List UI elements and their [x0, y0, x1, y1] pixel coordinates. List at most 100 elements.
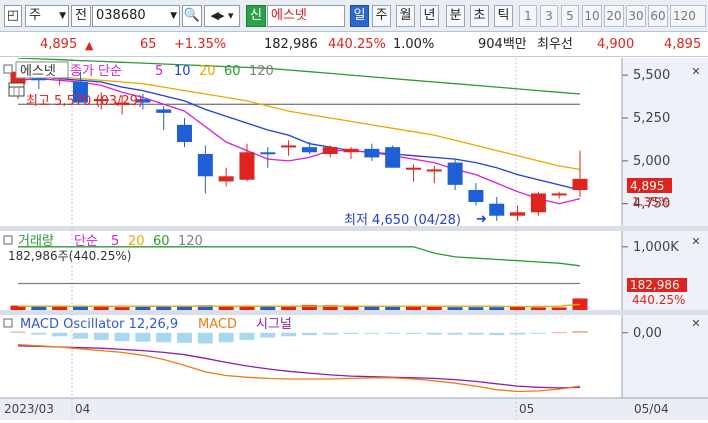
top-toolbar: ◰ 주 ▼ 전 038680 ▼ 🔍 ◀▸ ▾ 신 에스넷 일 주 월 년 분 … — [0, 0, 708, 32]
macd-oscillator-bar — [114, 332, 130, 342]
ma-legend-10[interactable]: 10 — [174, 64, 191, 79]
minute-option-5[interactable]: 5 — [561, 5, 579, 27]
candle-body — [530, 193, 546, 213]
current-volume-pct-axis-label: 440.25% — [632, 293, 685, 307]
close-icon[interactable]: ✕ — [690, 317, 702, 330]
chart-area[interactable]: 5,500 5,250 5,000 4,750 1,000K 0,00 ✕ ✕ ✕ 에… — [0, 57, 708, 420]
current-volume-axis-label: 182,986 — [630, 278, 680, 292]
panel-collapse-icon[interactable] — [3, 235, 13, 245]
candle-body — [426, 169, 442, 172]
minute-option-30[interactable]: 30 — [626, 5, 646, 27]
stock-code-value: 038680 — [96, 8, 146, 23]
volume-bar — [510, 306, 526, 310]
panel-collapse-icon[interactable] — [3, 318, 13, 328]
stock-chart[interactable]: 5,5005,2505,0004,750 1,000K 0,00 ✕ ✕ ✕ 에… — [0, 57, 708, 420]
volume-bar — [551, 307, 567, 310]
low-price-note: 최저 4,650 (04/28) — [344, 213, 461, 228]
price-change-pct: +1.35% — [174, 37, 227, 52]
period-button-minute[interactable]: 분 — [446, 5, 465, 27]
macd-osc-title[interactable]: MACD Oscillator 12,26,9 — [20, 317, 178, 332]
macd-oscillator-bar — [405, 332, 421, 334]
x-axis-label-end: 05/04 — [634, 402, 669, 416]
macd-oscillator-bar — [135, 332, 151, 342]
minute-option-60[interactable]: 60 — [648, 5, 668, 27]
quote-bar: 4,895 ▲ 65 +1.35% 182,986 440.25% 1.00% … — [0, 33, 708, 57]
svg-text:✕: ✕ — [691, 235, 700, 248]
ma-legend-60[interactable]: 60 — [224, 64, 241, 79]
volume-value: 182,986 — [264, 37, 318, 52]
macd-oscillator-bar — [489, 332, 505, 336]
volume-ratio: 440.25% — [328, 37, 386, 52]
macd-axis-label: 0,00 — [633, 326, 662, 341]
volume-bar — [135, 306, 151, 310]
minute-option-120[interactable]: 120 — [670, 5, 706, 27]
minute-option-3[interactable]: 3 — [540, 5, 558, 27]
volume-ma-5[interactable]: 5 — [111, 234, 119, 249]
macd-oscillator-bar — [385, 332, 401, 334]
current-price: 4,895 — [40, 37, 78, 52]
macd-oscillator-bar — [260, 332, 276, 338]
panel-collapse-icon[interactable] — [3, 64, 13, 74]
period-button-tick[interactable]: 틱 — [494, 5, 513, 27]
speaker-icon[interactable]: ◀▸ ▾ — [204, 5, 240, 27]
signal-legend[interactable]: 시그널 — [256, 317, 292, 332]
stock-name-field[interactable]: 에스넷 — [267, 5, 345, 27]
volume-bar — [364, 306, 380, 310]
up-arrow-icon: ▲ — [85, 39, 94, 52]
period-button-year[interactable]: 년 — [420, 5, 439, 27]
period-button-day[interactable]: 일 — [350, 5, 369, 27]
period-button-month[interactable]: 월 — [396, 5, 415, 27]
best-quote-label: 최우선 — [537, 37, 573, 52]
close-icon[interactable]: ✕ — [690, 65, 702, 78]
volume-ma-20[interactable]: 20 — [128, 234, 145, 249]
svg-text:✕: ✕ — [691, 65, 700, 78]
volume-bar — [52, 306, 68, 310]
minute-option-20[interactable]: 20 — [604, 5, 624, 27]
volume-bar — [530, 307, 546, 310]
stock-code-input[interactable]: 038680 ▼ — [92, 5, 180, 27]
best-bid: 4,895 — [664, 37, 702, 52]
best-ask: 4,900 — [597, 37, 635, 52]
minute-option-10[interactable]: 10 — [582, 5, 602, 27]
candle-body — [405, 167, 421, 170]
panel-splitter[interactable] — [0, 310, 708, 315]
macd-oscillator-bar — [530, 332, 546, 334]
trade-amount: 904백만 — [478, 37, 527, 52]
macd-oscillator-bar — [156, 332, 172, 343]
macd-oscillator-bar — [31, 332, 47, 335]
ma-legend-120[interactable]: 120 — [249, 64, 274, 79]
price-axis-label: 5,500 — [633, 68, 670, 83]
search-icon[interactable]: 🔍 — [182, 5, 202, 27]
volume-ma-60[interactable]: 60 — [153, 234, 170, 249]
volume-bar — [468, 307, 484, 310]
volume-title[interactable]: 거래량 — [18, 234, 54, 249]
volume-ma-120[interactable]: 120 — [178, 234, 203, 249]
period-button-second[interactable]: 초 — [470, 5, 489, 27]
ma-legend-5[interactable]: 5 — [155, 64, 163, 79]
new-listing-badge: 신 — [246, 5, 266, 27]
candle-body — [551, 193, 567, 196]
macd-legend[interactable]: MACD — [198, 317, 237, 332]
x-axis-label-start: 2023/03 — [4, 402, 54, 416]
candle-body — [156, 109, 172, 113]
period-button-week[interactable]: 주 — [372, 5, 391, 27]
close-icon[interactable]: ✕ — [690, 235, 702, 248]
candle-body — [385, 147, 401, 168]
macd-oscillator-bar — [510, 332, 526, 335]
ma-legend-20[interactable]: 20 — [199, 64, 216, 79]
candle-body — [197, 154, 213, 177]
macd-oscillator-bar — [572, 331, 588, 333]
volume-bar — [405, 306, 421, 310]
volume-bar — [426, 306, 442, 310]
ma-legend-prefix[interactable]: 종가 단순 — [70, 64, 122, 79]
market-type-select[interactable]: 주 ▼ — [25, 5, 69, 27]
calendar-icon[interactable] — [8, 82, 25, 97]
volume-legend-prefix[interactable]: 단순 — [74, 234, 98, 249]
prev-button[interactable]: 전 — [71, 5, 91, 27]
chevron-down-icon: ▼ — [59, 11, 66, 21]
svg-text:✕: ✕ — [691, 317, 700, 330]
candle-body — [239, 152, 255, 180]
window-icon[interactable]: ◰ — [4, 5, 22, 27]
minute-option-1[interactable]: 1 — [519, 5, 537, 27]
macd-oscillator-bar — [197, 332, 213, 344]
